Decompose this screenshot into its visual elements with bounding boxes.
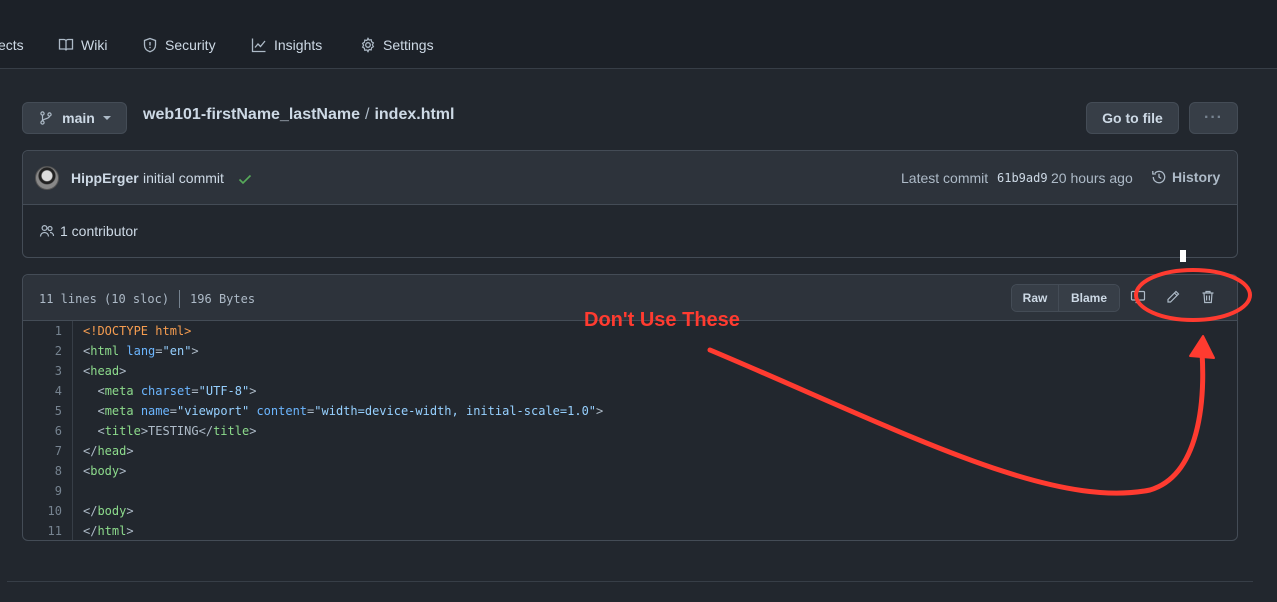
more-options-button[interactable]: ···	[1189, 102, 1238, 134]
code-line: 4 <meta charset="UTF-8">	[23, 381, 1237, 401]
line-number[interactable]: 1	[23, 321, 73, 341]
latest-commit-row: HippErger initial commit Latest commit 6…	[23, 151, 1237, 205]
line-content: </html>	[83, 524, 134, 538]
cursor-icon	[1180, 250, 1186, 262]
history-label: History	[1172, 169, 1221, 185]
code-line: 11 </html>	[23, 521, 1237, 540]
raw-button[interactable]: Raw	[1012, 285, 1059, 311]
nav-insights[interactable]: Insights	[251, 33, 322, 57]
line-content: </body>	[83, 504, 134, 518]
breadcrumb: web101-firstName_lastName / index.html	[143, 104, 454, 126]
nav-wiki-label: Wiki	[81, 37, 108, 53]
go-to-file-button[interactable]: Go to file	[1086, 102, 1179, 134]
graph-icon	[251, 38, 266, 53]
caret-down-icon	[102, 116, 111, 120]
line-number[interactable]: 3	[23, 361, 73, 381]
nav-security[interactable]: Security	[142, 33, 216, 57]
annotation-text: Don't Use These	[584, 309, 740, 331]
code-line: 5 <meta name="viewport" content="width=d…	[23, 401, 1237, 421]
code-line: 2 <html lang="en">	[23, 341, 1237, 361]
line-content: <html lang="en">	[83, 344, 199, 358]
line-content	[73, 481, 90, 501]
nav-settings-label: Settings	[383, 37, 434, 53]
code-line: 10 </body>	[23, 501, 1237, 521]
check-icon	[238, 174, 252, 185]
line-content: <!DOCTYPE html>	[83, 324, 192, 338]
nav-security-label: Security	[165, 37, 216, 53]
nav-settings[interactable]: Settings	[360, 33, 434, 57]
branch-select-button[interactable]: main	[22, 102, 127, 134]
line-number[interactable]: 2	[23, 341, 73, 361]
file-actions-group: Raw Blame	[1011, 284, 1120, 312]
line-number[interactable]: 5	[23, 401, 73, 421]
breadcrumb-repo-link[interactable]: web101-firstName_lastName	[143, 106, 360, 124]
commit-message[interactable]: initial commit	[143, 170, 224, 186]
commit-time: 20 hours ago	[1051, 170, 1133, 186]
shield-icon	[143, 37, 157, 53]
latest-commit-label: Latest commit	[901, 170, 989, 186]
divider	[7, 581, 1253, 582]
nav-projects-label: ects	[0, 37, 24, 53]
line-number[interactable]: 7	[23, 441, 73, 461]
nav-projects[interactable]: ects	[0, 33, 24, 57]
commit-author[interactable]: HippErger	[71, 170, 139, 186]
trash-icon[interactable]	[1200, 289, 1216, 305]
code-line: 8 <body>	[23, 461, 1237, 481]
file-info: 11 lines (10 sloc) 196 Bytes	[39, 290, 255, 308]
desktop-icon[interactable]	[1130, 289, 1146, 305]
code-line: 7 </head>	[23, 441, 1237, 461]
code-view: 1 <!DOCTYPE html> 2 <html lang="en"> 3 <hea…	[23, 321, 1237, 540]
line-number[interactable]: 11	[23, 521, 73, 540]
breadcrumb-file: index.html	[374, 106, 455, 123]
file-size: 196 Bytes	[190, 292, 256, 306]
contributors-label: 1 contributor	[60, 223, 138, 239]
line-content: <meta charset="UTF-8">	[83, 384, 257, 398]
line-number[interactable]: 10	[23, 501, 73, 521]
line-number[interactable]: 9	[23, 481, 73, 501]
book-icon	[58, 38, 74, 51]
line-content: <title>TESTING</title>	[83, 424, 257, 438]
breadcrumb-separator: /	[365, 106, 370, 123]
history-icon	[1152, 170, 1166, 184]
history-link[interactable]: History	[1151, 169, 1220, 185]
nav-wiki[interactable]: Wiki	[58, 33, 107, 57]
repo-nav: ects Wiki Security Insights Settings	[0, 0, 1277, 69]
gear-icon	[361, 37, 375, 53]
line-content: <body>	[83, 464, 127, 478]
line-content: <head>	[83, 364, 127, 378]
contributors[interactable]: 1 contributor	[39, 223, 138, 239]
code-line: 3 <head>	[23, 361, 1237, 381]
line-number[interactable]: 8	[23, 461, 73, 481]
git-branch-icon	[40, 111, 52, 125]
code-line: 9	[23, 481, 1237, 501]
commit-sha-link[interactable]: 61b9ad9	[997, 171, 1048, 185]
blame-button[interactable]: Blame	[1059, 285, 1119, 311]
commit-box: HippErger initial commit Latest commit 6…	[22, 150, 1238, 258]
code-line: 6 <title>TESTING</title>	[23, 421, 1237, 441]
people-icon	[39, 224, 55, 237]
avatar[interactable]	[35, 166, 59, 190]
branch-name: main	[62, 110, 95, 126]
line-number[interactable]: 6	[23, 421, 73, 441]
divider	[179, 290, 181, 308]
line-number[interactable]: 4	[23, 381, 73, 401]
nav-insights-label: Insights	[274, 37, 323, 53]
line-content: </head>	[83, 444, 134, 458]
file-lines-info: 11 lines (10 sloc)	[39, 292, 170, 306]
line-content: <meta name="viewport" content="width=dev…	[83, 404, 604, 418]
pencil-icon[interactable]	[1165, 289, 1181, 305]
